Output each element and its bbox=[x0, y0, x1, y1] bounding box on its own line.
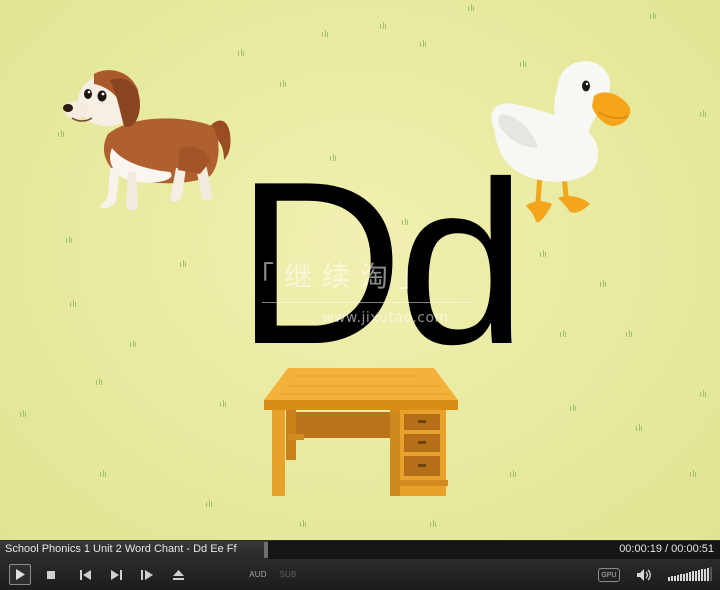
grass-tuft bbox=[322, 30, 330, 37]
grass-tuft bbox=[560, 330, 568, 337]
grass-tuft bbox=[100, 470, 108, 477]
eject-button[interactable] bbox=[171, 564, 185, 585]
grass-tuft bbox=[468, 4, 476, 11]
volume-bar bbox=[704, 568, 706, 581]
grass-tuft bbox=[690, 470, 698, 477]
volume-bar bbox=[668, 577, 670, 581]
volume-bar bbox=[701, 569, 703, 581]
volume-bar bbox=[677, 574, 679, 581]
grass-tuft bbox=[130, 340, 138, 347]
subtitle-button[interactable]: SUB bbox=[279, 564, 297, 585]
grass-tuft bbox=[300, 520, 308, 527]
grass-tuft bbox=[206, 500, 214, 507]
grass-tuft bbox=[700, 390, 708, 397]
gpu-toggle[interactable]: GPU bbox=[598, 568, 620, 582]
volume-bar bbox=[680, 574, 682, 581]
grass-tuft bbox=[430, 520, 438, 527]
volume-bar bbox=[686, 572, 688, 581]
grass-tuft bbox=[238, 49, 246, 56]
mute-button[interactable] bbox=[636, 564, 652, 585]
volume-bar bbox=[710, 567, 712, 581]
grass-tuft bbox=[570, 404, 578, 411]
video-frame[interactable]: Dd 「继续淘」 www.jixutao.com bbox=[0, 0, 720, 540]
stop-button[interactable] bbox=[44, 564, 58, 585]
volume-slider[interactable] bbox=[668, 567, 712, 581]
watermark-divider bbox=[262, 302, 470, 303]
grass-tuft bbox=[280, 80, 288, 87]
desk-illustration bbox=[264, 368, 458, 496]
frame-step-icon bbox=[141, 569, 153, 580]
grass-tuft bbox=[220, 400, 228, 407]
grass-tuft bbox=[650, 12, 658, 19]
grass-tuft bbox=[636, 424, 644, 431]
grass-tuft bbox=[600, 280, 608, 287]
speaker-icon bbox=[636, 568, 651, 581]
grass-tuft bbox=[540, 250, 548, 257]
volume-bar bbox=[707, 567, 709, 581]
seek-bar[interactable]: School Phonics 1 Unit 2 Word Chant - Dd … bbox=[0, 540, 720, 559]
next-button[interactable] bbox=[109, 564, 123, 585]
grass-tuft bbox=[66, 236, 74, 243]
watermark-text: 「继续淘」 bbox=[246, 260, 437, 293]
volume-bar bbox=[671, 576, 673, 581]
audio-track-button[interactable]: AUD bbox=[248, 564, 268, 585]
grass-tuft bbox=[380, 22, 388, 29]
previous-button[interactable] bbox=[78, 564, 92, 585]
play-button[interactable] bbox=[9, 564, 31, 585]
volume-bar bbox=[695, 570, 697, 581]
time-readout: 00:00:19 / 00:00:51 bbox=[619, 543, 714, 555]
grass-tuft bbox=[70, 300, 78, 307]
grass-tuft bbox=[420, 40, 428, 47]
watermark-url: www.jixutao.com bbox=[322, 310, 449, 326]
dog-illustration bbox=[63, 70, 231, 211]
grass-tuft bbox=[20, 410, 28, 417]
grass-tuft bbox=[96, 378, 104, 385]
seek-handle[interactable] bbox=[264, 542, 268, 558]
grass-tuft bbox=[700, 110, 708, 117]
volume-bar bbox=[674, 575, 676, 581]
volume-bar bbox=[692, 571, 694, 581]
frame-step-button[interactable] bbox=[140, 564, 154, 585]
skip-back-icon bbox=[79, 569, 91, 580]
stop-icon bbox=[47, 570, 55, 579]
skip-forward-icon bbox=[110, 569, 122, 580]
controls-bar: AUD SUB GPU bbox=[0, 559, 720, 590]
eject-icon bbox=[172, 569, 184, 580]
grass-tuft bbox=[180, 260, 188, 267]
video-title: School Phonics 1 Unit 2 Word Chant - Dd … bbox=[5, 543, 237, 555]
play-icon bbox=[16, 569, 25, 580]
grass-tuft bbox=[510, 470, 518, 477]
volume-bar bbox=[683, 573, 685, 581]
volume-bar bbox=[689, 572, 691, 581]
grass-tuft bbox=[626, 330, 634, 337]
volume-bar bbox=[698, 570, 700, 581]
